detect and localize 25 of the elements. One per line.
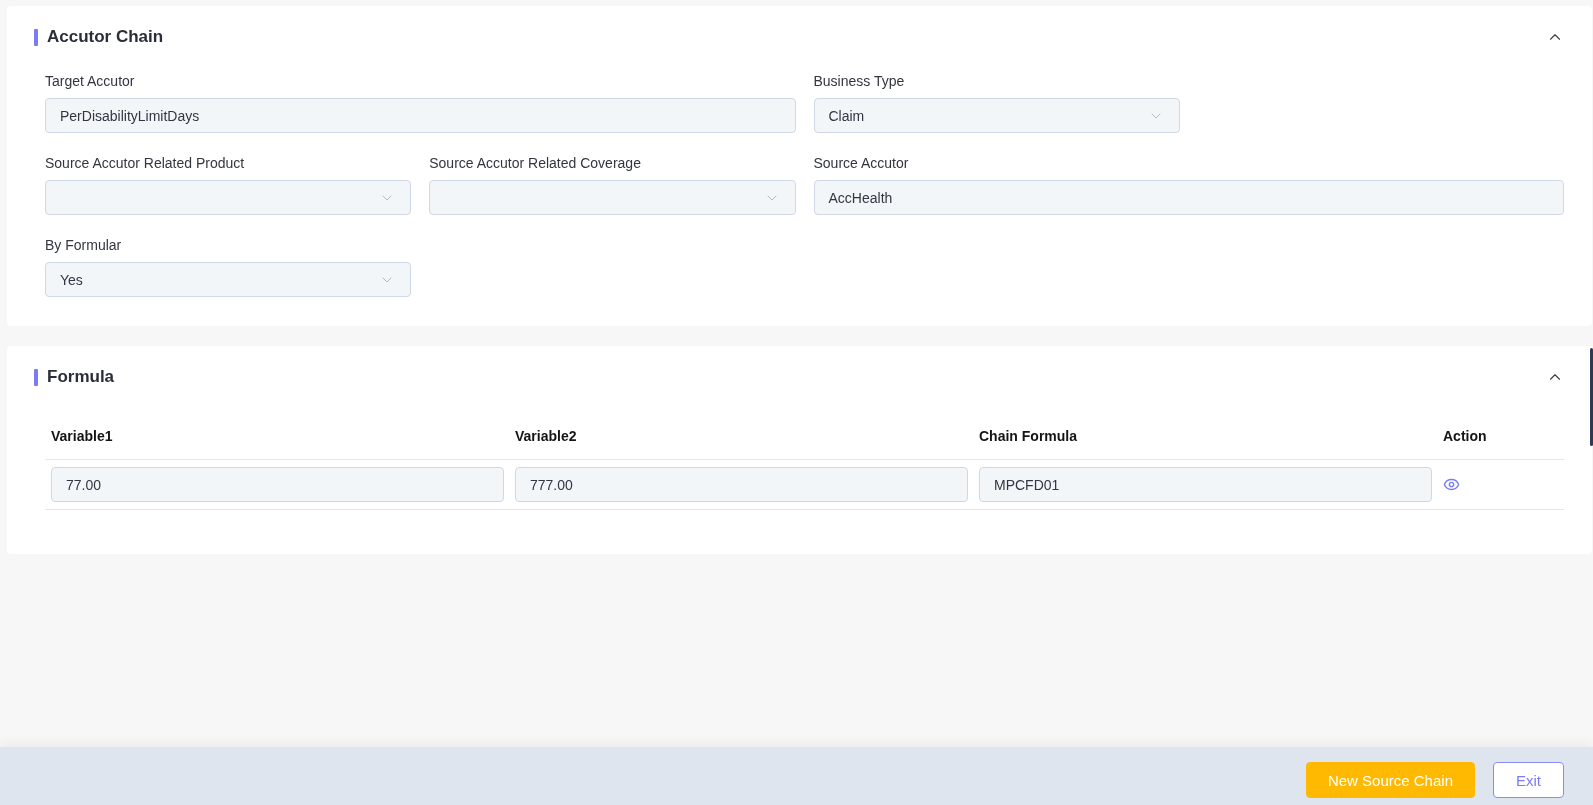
field-label: Source Accutor <box>813 154 910 173</box>
column-header: Variable1 <box>50 428 114 444</box>
section-title: Formula <box>47 366 115 388</box>
text-field[interactable]: PerDisabilityLimitDays <box>45 98 796 133</box>
section-marker <box>34 28 38 46</box>
field-label: Business Type <box>813 72 906 91</box>
field-label: Target Accutor <box>45 72 136 91</box>
field-label: Source Accutor Related Product <box>45 154 246 173</box>
select-field[interactable] <box>45 180 412 215</box>
column-header: Variable2 <box>514 428 578 444</box>
select-field[interactable] <box>429 180 796 215</box>
select-field[interactable]: Yes <box>45 262 412 297</box>
section-marker <box>34 368 38 386</box>
select-field[interactable]: Claim <box>813 98 1180 133</box>
text-field[interactable]: MPCFD01 <box>979 467 1432 502</box>
field-label: By Formular <box>45 236 123 255</box>
text-field[interactable]: 777.00 <box>515 467 968 502</box>
scrollbar-thumb[interactable] <box>1590 348 1593 446</box>
column-header: Chain Formula <box>978 428 1078 444</box>
section-title: Accutor Chain <box>47 26 164 48</box>
eye-icon[interactable] <box>1443 476 1460 493</box>
field-label: Source Accutor Related Coverage <box>429 154 642 173</box>
text-field[interactable]: AccHealth <box>813 180 1564 215</box>
text-field[interactable]: 77.00 <box>51 467 504 502</box>
column-header: Action <box>1442 428 1488 444</box>
